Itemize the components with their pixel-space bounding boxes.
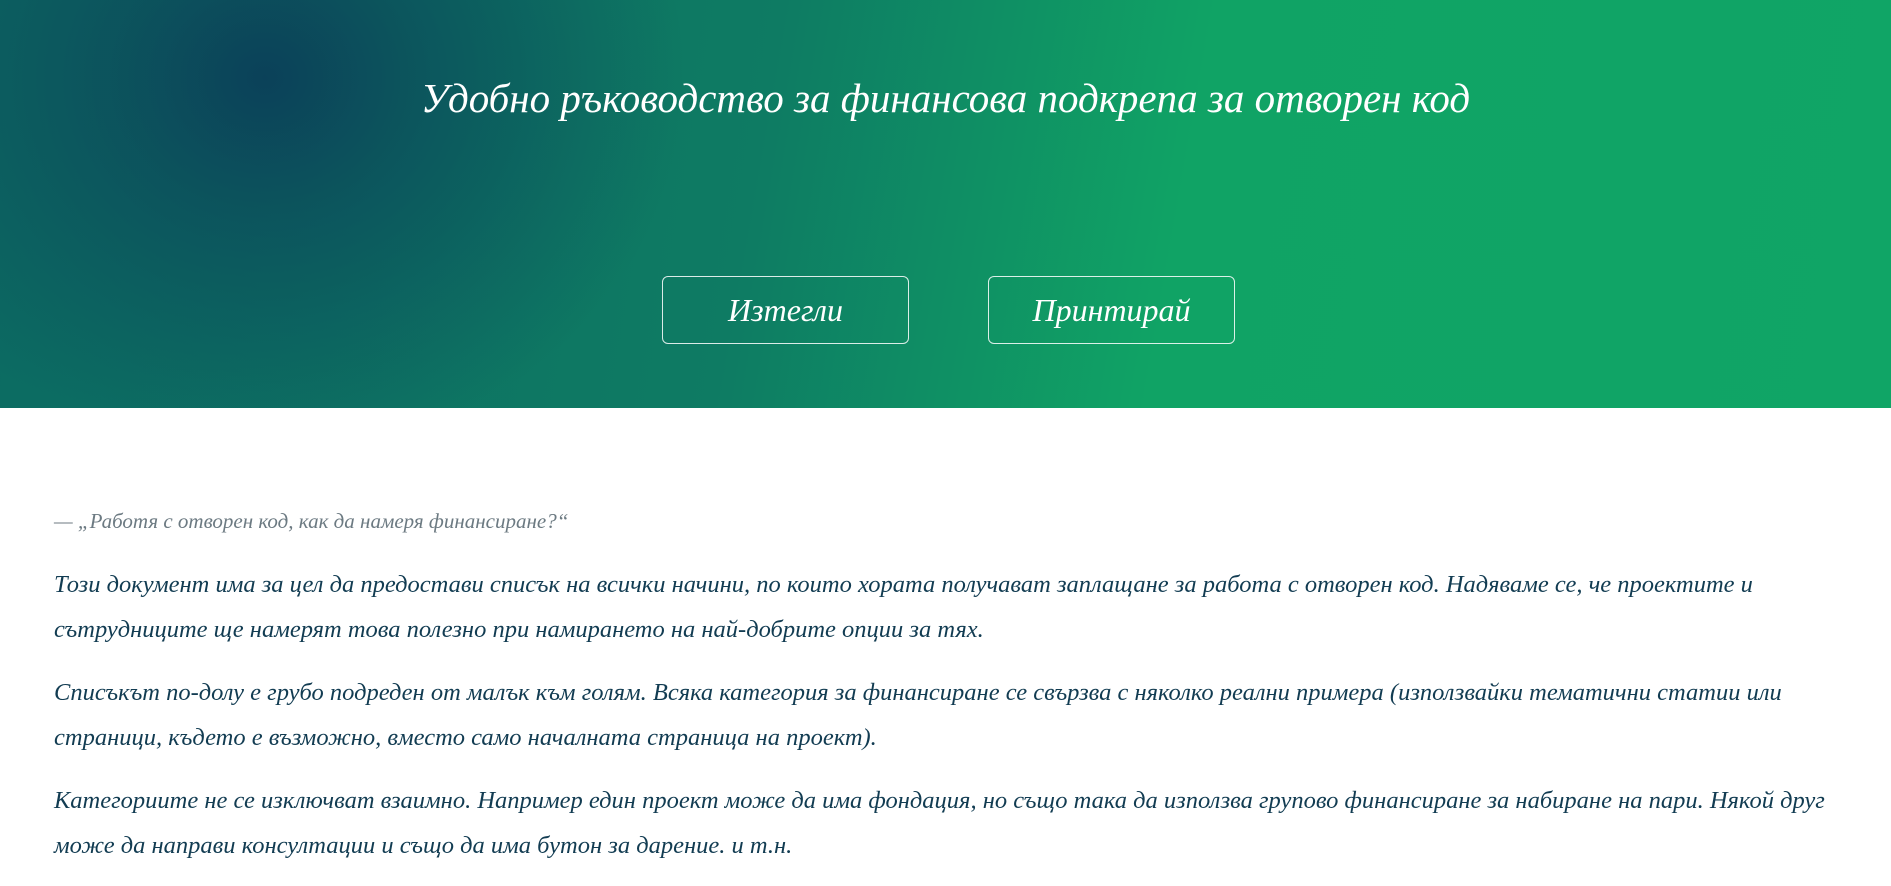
paragraph: Този документ има за цел да предостави с… xyxy=(54,571,1753,643)
hero-banner: Удобно ръководство за финансова подкрепа… xyxy=(0,0,1891,408)
paragraph: Категориите не се изключват взаимно. Нап… xyxy=(54,787,1825,859)
main-content: — „Работя с отворен код, как да намеря ф… xyxy=(54,500,1854,886)
print-button[interactable]: Принтирай xyxy=(988,276,1235,344)
page-title: Удобно ръководство за финансова подкрепа… xyxy=(420,75,1471,121)
download-button[interactable]: Изтегли xyxy=(662,276,909,344)
paragraph: Списъкът по-долу е грубо подреден от мал… xyxy=(54,679,1782,751)
intro-quote: — „Работя с отворен код, как да намеря ф… xyxy=(54,509,569,533)
